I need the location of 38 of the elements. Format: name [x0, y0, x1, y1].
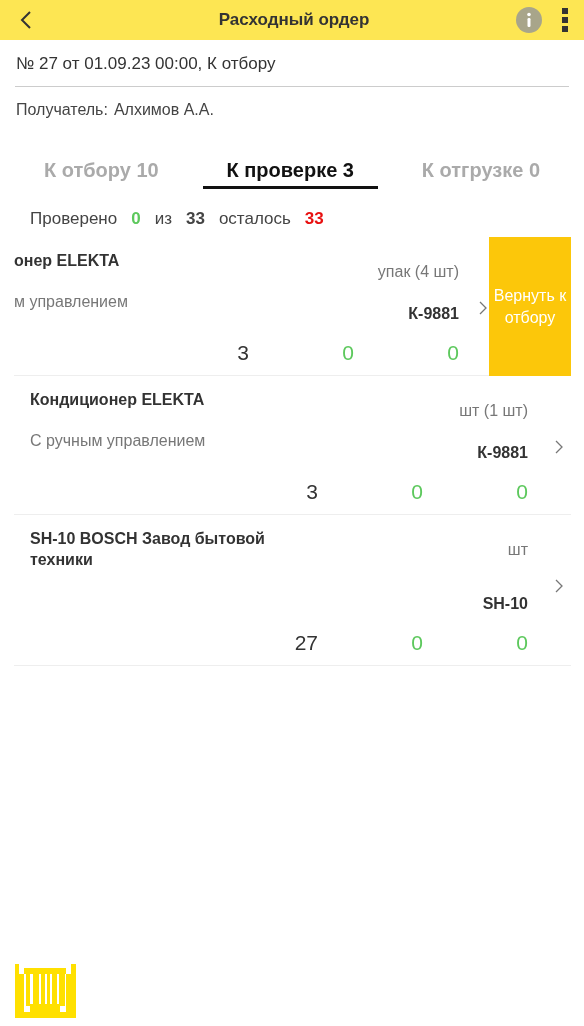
item-quantity: 0	[410, 480, 423, 504]
chevron-icon	[479, 301, 487, 315]
order-info: № 27 от 01.09.23 00:00, К отбору	[15, 40, 569, 87]
item-quantity: 0	[341, 341, 354, 365]
item-unit: шт	[507, 541, 528, 559]
item-row[interactable]: Кондиционер ELEKTA шт (1 шт) С ручным управлением К-9881 3 0 0	[14, 376, 571, 515]
item-unit: шт (1 шт)	[459, 402, 528, 420]
chevron-icon	[555, 440, 563, 454]
item-quantity: 3	[236, 341, 249, 365]
item-name: Кондиционер ELEKTA	[30, 390, 205, 410]
item-description: м управлением	[14, 293, 128, 311]
checked-label: Проверено	[30, 209, 118, 229]
menu-icon[interactable]	[562, 8, 568, 32]
left-count: 33	[304, 209, 324, 229]
recipient-name: Алхимов А.А.	[113, 101, 214, 119]
left-label: осталось	[218, 209, 291, 229]
item-code: К-9881	[408, 305, 459, 323]
of-label: из	[154, 209, 172, 229]
item-quantity: 0	[410, 630, 423, 655]
back-icon[interactable]	[20, 10, 32, 30]
recipient-label: Получатель:	[16, 101, 108, 119]
item-unit: упак (4 шт)	[377, 263, 459, 281]
item-name: SH-10 BOSCH Завод бытовой техники	[30, 529, 266, 570]
chevron-icon	[555, 579, 563, 593]
item-quantity: 0	[446, 341, 459, 365]
checked-count: 0	[131, 209, 141, 229]
item-quantity: 0	[515, 630, 528, 655]
item-quantity: 3	[305, 480, 318, 504]
item-row[interactable]: SH-10 BOSCH Завод бытовой техники шт SH-10 27 0 0	[14, 515, 571, 666]
total-count: 33	[185, 209, 205, 229]
item-code: К-9881	[477, 444, 528, 462]
item-quantity: 0	[515, 480, 528, 504]
tab[interactable]: К проверке 3	[202, 155, 378, 189]
item-name: онер ELEKTA	[14, 251, 120, 271]
item-code: SH-10	[482, 594, 528, 613]
item-description: С ручным управлением	[30, 432, 206, 450]
screen-title: Расходный ордер	[217, 10, 371, 30]
item-quantity: 27	[293, 630, 318, 655]
